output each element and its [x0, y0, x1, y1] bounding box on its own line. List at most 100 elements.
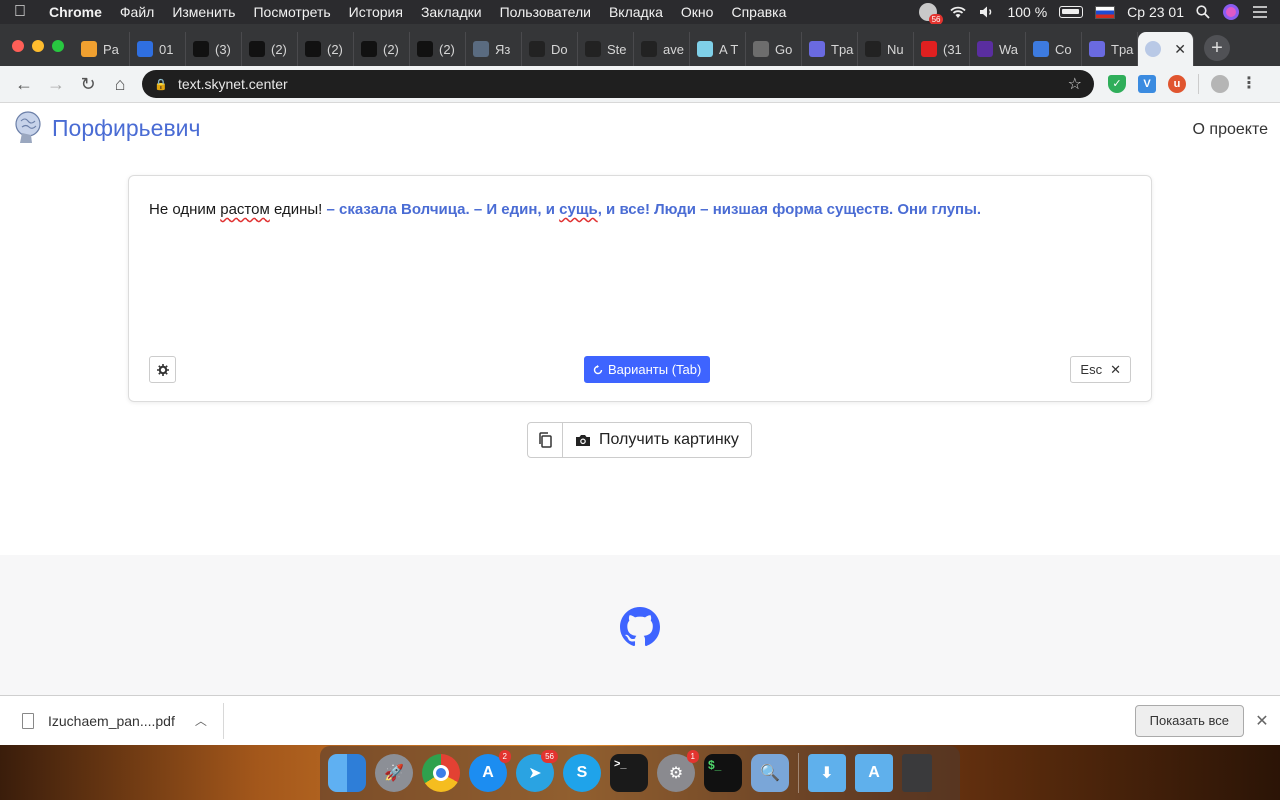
battery-icon[interactable] [1059, 6, 1084, 18]
terminal-icon[interactable]: >_ [610, 754, 648, 792]
tab-7[interactable]: Яз [466, 32, 522, 66]
settings-button[interactable] [149, 356, 176, 383]
preview-icon[interactable]: 🔍 [751, 754, 789, 792]
minimize-window-button[interactable] [32, 40, 44, 52]
menubar-clock[interactable]: Ср 23 01 [1127, 4, 1184, 20]
tab-3[interactable]: (2) [242, 32, 298, 66]
tab-8[interactable]: Do [522, 32, 578, 66]
get-picture-button[interactable]: Получить картинку [563, 422, 752, 458]
download-filename[interactable]: Izuchaem_pan....pdf [48, 713, 175, 729]
tab-13[interactable]: Tpa [802, 32, 858, 66]
tab-favicon-icon [417, 41, 433, 57]
menu-people[interactable]: Пользователи [491, 4, 600, 20]
profile-avatar-icon[interactable] [1211, 75, 1229, 93]
show-all-downloads-button[interactable]: Показать все [1134, 704, 1244, 737]
tab-2[interactable]: (3) [186, 32, 242, 66]
tab-10[interactable]: ave [634, 32, 690, 66]
menu-edit[interactable]: Изменить [163, 4, 244, 20]
menu-help[interactable]: Справка [722, 4, 795, 20]
editor-text-area[interactable]: Не одним растом едины! – сказала Волчица… [149, 200, 1131, 220]
tab-18[interactable]: Tpa [1082, 32, 1138, 66]
input-source-flag-icon[interactable] [1095, 5, 1116, 19]
reload-button[interactable]: ↻ [72, 74, 104, 95]
menu-window[interactable]: Окно [672, 4, 723, 20]
notification-center-icon[interactable] [1252, 5, 1268, 19]
browser-toolbar: ← → ↻ ⌂ 🔒 text.skynet.center ☆ ✓ V u ⋮ [0, 66, 1280, 103]
variants-button[interactable]: Варианты (Tab) [584, 356, 711, 383]
download-item[interactable]: Izuchaem_pan....pdf ︿ [0, 702, 224, 739]
finder-icon[interactable] [328, 754, 366, 792]
tab-14[interactable]: Nu [858, 32, 914, 66]
lock-icon[interactable]: 🔒 [154, 78, 168, 91]
site-brand[interactable]: Порфирьевич [14, 111, 201, 145]
ublock-extension-icon[interactable]: u [1168, 75, 1186, 93]
tab-1[interactable]: 01 [130, 32, 186, 66]
site-footer [0, 555, 1280, 695]
system-preferences-icon[interactable]: ⚙ 1 [657, 750, 699, 792]
menu-file[interactable]: Файл [111, 4, 163, 20]
tab-16[interactable]: Wa [970, 32, 1026, 66]
shield-extension-icon[interactable]: ✓ [1108, 75, 1126, 93]
maximize-window-button[interactable] [52, 40, 64, 52]
launchpad-icon[interactable]: 🚀 [375, 754, 413, 792]
tab-15[interactable]: (31 [914, 32, 970, 66]
tab-active-porfirevich[interactable]: ✕ [1138, 32, 1194, 66]
tab-label: (31 [943, 41, 962, 57]
chevron-up-icon[interactable]: ︿ [195, 712, 207, 729]
menu-view[interactable]: Посмотреть [244, 4, 339, 20]
menu-history[interactable]: История [340, 4, 412, 20]
bookmark-star-icon[interactable]: ☆ [1068, 74, 1082, 94]
tab-11[interactable]: A T [690, 32, 746, 66]
menu-bookmarks[interactable]: Закладки [412, 4, 491, 20]
tab-favicon-icon [641, 41, 657, 57]
site-title[interactable]: Порфирьевич [52, 115, 201, 142]
apple-menu-icon[interactable]:  [0, 3, 40, 21]
siri-icon[interactable] [1222, 3, 1240, 21]
tab-9[interactable]: Ste [578, 32, 634, 66]
pdf-file-icon [22, 712, 34, 729]
tab-label: A T [719, 41, 739, 57]
v-extension-icon[interactable]: V [1138, 75, 1156, 93]
wifi-icon[interactable] [949, 5, 967, 19]
close-tab-icon[interactable]: ✕ [1174, 41, 1186, 58]
tab-4[interactable]: (2) [298, 32, 354, 66]
tab-favicon-icon [361, 41, 377, 57]
spotlight-search-icon[interactable] [1196, 5, 1210, 19]
telegram-icon[interactable]: ➤ 56 [516, 750, 558, 792]
tab-6[interactable]: (2) [410, 32, 466, 66]
forward-button[interactable]: → [40, 74, 72, 95]
tab-5[interactable]: (2) [354, 32, 410, 66]
address-bar[interactable]: 🔒 text.skynet.center ☆ [142, 70, 1094, 98]
menu-tab[interactable]: Вкладка [600, 4, 672, 20]
tab-12[interactable]: Go [746, 32, 802, 66]
app-store-icon[interactable]: A2 [469, 750, 511, 792]
copy-button[interactable] [527, 422, 563, 458]
notification-app-icon[interactable]: 56 [919, 3, 944, 25]
address-bar-url[interactable]: text.skynet.center [178, 76, 288, 92]
home-button[interactable]: ⌂ [104, 74, 136, 95]
tab-17[interactable]: Co [1026, 32, 1082, 66]
skype-icon[interactable]: S [563, 754, 601, 792]
tab-label: ave [663, 41, 684, 57]
tab-label: Co [1055, 41, 1072, 57]
trash-icon[interactable] [902, 754, 932, 792]
new-tab-button[interactable]: + [1204, 35, 1230, 61]
iterm-icon[interactable]: $_ [704, 754, 742, 792]
telegram-badge: 56 [541, 750, 558, 763]
close-downloads-icon[interactable]: ✕ [1244, 711, 1280, 731]
downloads-folder-icon[interactable]: ⬇ [808, 754, 846, 792]
get-picture-label: Получить картинку [599, 431, 739, 448]
escape-button[interactable]: Esc ✕ [1070, 356, 1131, 383]
github-icon[interactable] [620, 607, 660, 647]
volume-icon[interactable] [979, 5, 995, 19]
back-button[interactable]: ← [8, 74, 40, 95]
applications-folder-icon[interactable]: A [855, 754, 893, 792]
menu-app-name[interactable]: Chrome [40, 4, 111, 20]
about-link[interactable]: О проекте [1193, 121, 1268, 139]
chrome-icon[interactable] [422, 754, 460, 792]
tab-favicon-icon [809, 41, 825, 57]
tab-label: (2) [327, 41, 343, 57]
close-window-button[interactable] [12, 40, 24, 52]
tab-0[interactable]: Pa [74, 32, 130, 66]
chrome-menu-icon[interactable]: ⋮ [1241, 75, 1257, 93]
